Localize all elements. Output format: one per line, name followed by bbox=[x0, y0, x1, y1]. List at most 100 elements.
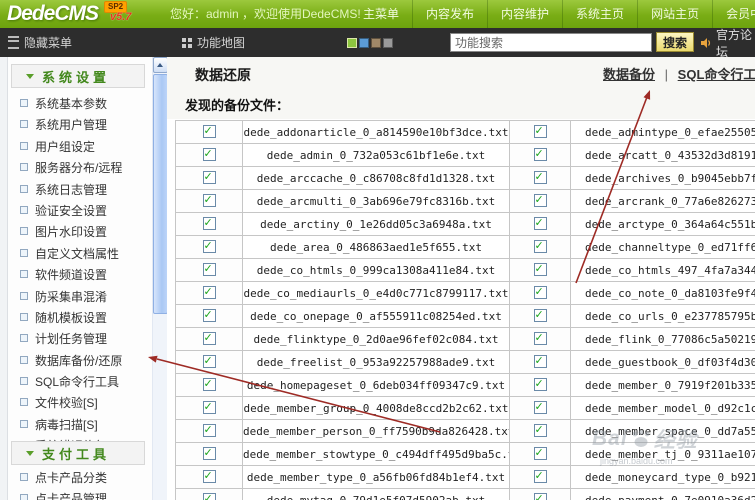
skin-color-swatch[interactable] bbox=[359, 38, 369, 48]
checked-checkbox[interactable] bbox=[203, 447, 216, 460]
skin-color-swatch[interactable] bbox=[371, 38, 381, 48]
top-menu-item[interactable]: 内容发布 bbox=[412, 0, 487, 28]
dedecms-admin-window: DedeCMS SP2 v5.7 您好：admin ，欢迎使用DedeCMS! … bbox=[0, 0, 755, 500]
checked-checkbox[interactable] bbox=[534, 171, 547, 184]
checked-checkbox[interactable] bbox=[203, 217, 216, 230]
checkbox-cell bbox=[510, 305, 571, 328]
section-title: 系统设置 bbox=[42, 67, 110, 86]
sidebar-item[interactable]: 图片水印设置 bbox=[0, 221, 152, 242]
checked-checkbox[interactable] bbox=[534, 424, 547, 437]
checked-checkbox[interactable] bbox=[534, 378, 547, 391]
scrollbar-thumb[interactable] bbox=[153, 74, 168, 314]
sidebar-item[interactable]: 自定义文档属性 bbox=[0, 243, 152, 264]
welcome-text: 您好：admin ，欢迎使用DedeCMS! bbox=[170, 0, 361, 28]
top-menu-item[interactable]: 系统主页 bbox=[562, 0, 637, 28]
backup-table-body: dede_addonarticle_0_a814590e10bf3dce.txt… bbox=[176, 121, 755, 500]
top-menu-item[interactable]: 主菜单 bbox=[350, 0, 412, 28]
sql-tool-link[interactable]: SQL命令行工具 bbox=[678, 67, 755, 82]
checked-checkbox[interactable] bbox=[534, 286, 547, 299]
checked-checkbox[interactable] bbox=[203, 125, 216, 138]
checked-checkbox[interactable] bbox=[203, 355, 216, 368]
skin-color-swatch[interactable] bbox=[347, 38, 357, 48]
sidebar-item[interactable]: 服务器分布/远程 bbox=[0, 157, 152, 178]
bullet-icon bbox=[20, 270, 28, 278]
official-forum-link[interactable]: 官方论坛 bbox=[700, 28, 755, 57]
sidebar-item[interactable]: 用户组设定 bbox=[0, 136, 152, 157]
table-row: dede_arccache_0_c86708c8fd1d1328.txtdede… bbox=[176, 167, 755, 190]
checked-checkbox[interactable] bbox=[203, 263, 216, 276]
search-input[interactable] bbox=[450, 33, 652, 52]
checked-checkbox[interactable] bbox=[534, 263, 547, 276]
checked-checkbox[interactable] bbox=[203, 148, 216, 161]
sidebar-item[interactable]: 点卡产品管理 bbox=[0, 488, 152, 500]
backup-filename: dede_channeltype_0_ed71ff6d4e bbox=[571, 236, 755, 259]
checked-checkbox[interactable] bbox=[534, 493, 547, 500]
sidebar-item[interactable]: 防采集串混淆 bbox=[0, 286, 152, 307]
bullet-icon bbox=[20, 185, 28, 193]
checkbox-cell bbox=[510, 397, 571, 420]
sidebar-item[interactable]: 病毒扫描[S] bbox=[0, 414, 152, 435]
sidebar-item[interactable]: 验证安全设置 bbox=[0, 200, 152, 221]
checked-checkbox[interactable] bbox=[534, 240, 547, 253]
checked-checkbox[interactable] bbox=[534, 148, 547, 161]
checked-checkbox[interactable] bbox=[203, 493, 216, 500]
sidebar-section-system-settings[interactable]: 系统设置 bbox=[11, 64, 145, 88]
checkbox-cell bbox=[176, 420, 243, 443]
checked-checkbox[interactable] bbox=[203, 286, 216, 299]
top-menu-item[interactable]: 网站主页 bbox=[637, 0, 712, 28]
hide-menu-button[interactable]: 隐藏菜单 bbox=[8, 28, 72, 57]
function-map-button[interactable]: 功能地图 bbox=[182, 28, 245, 57]
sidebar-item[interactable]: SQL命令行工具 bbox=[0, 371, 152, 392]
sidebar-item-label: 图片水印设置 bbox=[35, 225, 107, 239]
checked-checkbox[interactable] bbox=[534, 447, 547, 460]
checked-checkbox[interactable] bbox=[203, 378, 216, 391]
checked-checkbox[interactable] bbox=[203, 240, 216, 253]
checked-checkbox[interactable] bbox=[534, 125, 547, 138]
checked-checkbox[interactable] bbox=[203, 470, 216, 483]
skin-color-swatch[interactable] bbox=[383, 38, 393, 48]
backup-filename: dede_arcrank_0_77a6e8262732 bbox=[571, 190, 755, 213]
sidebar-item[interactable]: 文件校验[S] bbox=[0, 392, 152, 413]
backup-filename: dede_member_group_0_4008de8ccd2b2c62.txt bbox=[243, 397, 510, 420]
checked-checkbox[interactable] bbox=[534, 470, 547, 483]
table-row: dede_member_type_0_a56fb06fd84b1ef4.txtd… bbox=[176, 466, 755, 489]
section-title: 支付工具 bbox=[42, 444, 110, 463]
backup-filename: dede_member_space_0_dd7a55994 bbox=[571, 420, 755, 443]
checked-checkbox[interactable] bbox=[534, 355, 547, 368]
checked-checkbox[interactable] bbox=[203, 401, 216, 414]
sidebar-item[interactable]: 系统基本参数 bbox=[0, 93, 152, 114]
scrollbar-up-arrow[interactable] bbox=[153, 57, 168, 73]
skin-switcher bbox=[347, 38, 393, 48]
sidebar-item[interactable]: 软件频道设置 bbox=[0, 264, 152, 285]
checkbox-cell bbox=[510, 190, 571, 213]
top-menu-item[interactable]: 会员中心 bbox=[712, 0, 755, 28]
checked-checkbox[interactable] bbox=[534, 217, 547, 230]
checked-checkbox[interactable] bbox=[203, 332, 216, 345]
sidebar-item[interactable]: 系统用户管理 bbox=[0, 114, 152, 135]
sidebar-section-payment-tools[interactable]: 支付工具 bbox=[11, 441, 145, 465]
data-backup-link[interactable]: 数据备份 bbox=[603, 67, 655, 82]
checkbox-cell bbox=[510, 328, 571, 351]
checked-checkbox[interactable] bbox=[203, 194, 216, 207]
checked-checkbox[interactable] bbox=[534, 309, 547, 322]
backup-filename: dede_arcatt_0_43532d3d8191 bbox=[571, 144, 755, 167]
sidebar-item[interactable]: 计划任务管理 bbox=[0, 328, 152, 349]
top-menu-item[interactable]: 内容维护 bbox=[487, 0, 562, 28]
sidebar-item[interactable]: 点卡产品分类 bbox=[0, 467, 152, 488]
backup-filename: dede_member_type_0_a56fb06fd84b1ef4.txt bbox=[243, 466, 510, 489]
backup-filename: dede_homepageset_0_6deb034ff09347c9.txt bbox=[243, 374, 510, 397]
search-button[interactable]: 搜索 bbox=[656, 32, 694, 52]
checked-checkbox[interactable] bbox=[534, 332, 547, 345]
sidebar-item[interactable]: 系统日志管理 bbox=[0, 179, 152, 200]
checked-checkbox[interactable] bbox=[203, 424, 216, 437]
sidebar-item[interactable]: 随机模板设置 bbox=[0, 307, 152, 328]
sidebar-item[interactable]: 数据库备份/还原 bbox=[0, 350, 152, 371]
checked-checkbox[interactable] bbox=[203, 171, 216, 184]
checked-checkbox[interactable] bbox=[534, 401, 547, 414]
bullet-icon bbox=[20, 398, 28, 406]
checked-checkbox[interactable] bbox=[534, 194, 547, 207]
checkbox-cell bbox=[176, 190, 243, 213]
checked-checkbox[interactable] bbox=[203, 309, 216, 322]
checkbox-cell bbox=[510, 167, 571, 190]
sidebar-scrollbar[interactable] bbox=[152, 57, 168, 500]
